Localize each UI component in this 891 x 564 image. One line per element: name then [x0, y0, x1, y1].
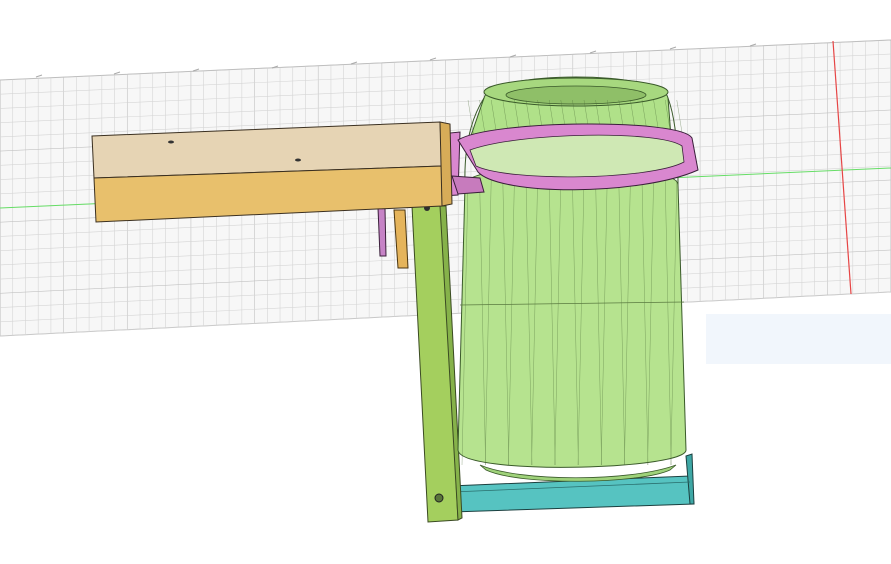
small-pin-purple[interactable] [377, 207, 387, 257]
screw-hole-icon [168, 140, 174, 144]
arm-block[interactable] [91, 121, 453, 223]
bolt-icon [434, 493, 444, 503]
overlay-panel [706, 314, 891, 364]
screw-hole-icon [295, 158, 301, 162]
scene-canvas[interactable] [0, 0, 891, 564]
3d-viewport[interactable] [0, 0, 891, 564]
